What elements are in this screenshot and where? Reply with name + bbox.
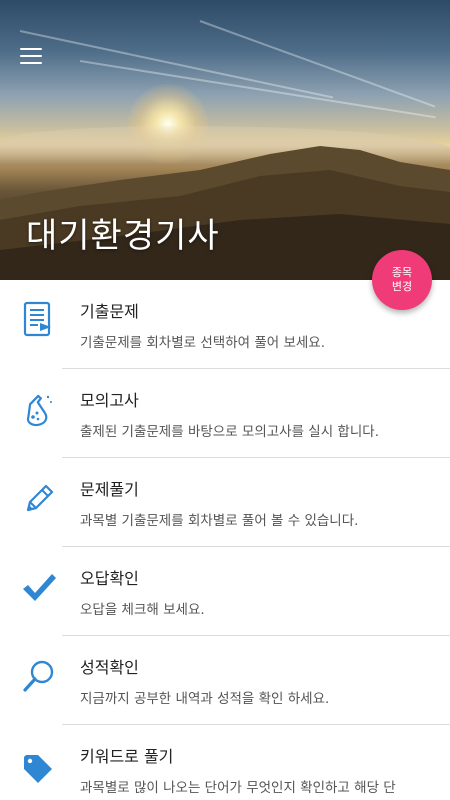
list-item-desc: 출제된 기출문제를 바탕으로 모의고사를 실시 합니다.: [80, 424, 379, 440]
list-item-title: 성적확인: [80, 658, 139, 677]
list-item-desc: 오답을 체크해 보세요.: [80, 602, 205, 618]
fab-label-line2: 변경: [391, 280, 413, 293]
list-item-desc: 과목별로 많이 나오는 단어가 무엇인지 확인하고 해당 단: [80, 780, 396, 796]
hamburger-line: [20, 62, 42, 64]
list-item-title: 모의고사: [80, 391, 139, 410]
exam-document-icon: [23, 301, 51, 337]
magnifier-icon: [23, 660, 54, 692]
checkmark-icon: [23, 574, 56, 601]
menu-list: 기출문제 기출문제를 회차별로 선택하여 풀어 보세요. 모의고사 출제된 기출…: [0, 280, 450, 800]
list-item-grades[interactable]: 성적확인 지금까지 공부한 내역과 성적을 확인 하세요.: [0, 636, 450, 725]
tag-icon: [24, 755, 52, 783]
list-item-desc: 지금까지 공부한 내역과 성적을 확인 하세요.: [80, 691, 330, 707]
fab-label-line1: 종목: [391, 266, 413, 279]
flask-icon: [26, 394, 52, 427]
list-item-keywords[interactable]: 키워드로 풀기 과목별로 많이 나오는 단어가 무엇인지 확인하고 해당 단: [0, 725, 450, 800]
list-item-title: 문제풀기: [80, 480, 139, 499]
app-title: 대기환경기사: [26, 216, 220, 256]
pencil-icon: [26, 484, 54, 512]
list-item-desc: 과목별 기출문제를 회차별로 풀어 볼 수 있습니다.: [80, 513, 359, 529]
hamburger-menu-icon: [20, 48, 42, 50]
list-item-review-wrong[interactable]: 오답확인 오답을 체크해 보세요.: [0, 547, 450, 636]
list-item-title: 기출문제: [80, 302, 139, 321]
list-item-desc: 기출문제를 회차별로 선택하여 풀어 보세요.: [80, 335, 326, 351]
hamburger-line: [20, 55, 42, 57]
menu-button[interactable]: [20, 48, 42, 66]
list-item-mock-exam[interactable]: 모의고사 출제된 기출문제를 바탕으로 모의고사를 실시 합니다.: [0, 369, 450, 458]
list-item-title: 오답확인: [80, 569, 139, 588]
change-category-button[interactable]: 종목 변경: [372, 250, 432, 310]
list-item-solve-problems[interactable]: 문제풀기 과목별 기출문제를 회차별로 풀어 볼 수 있습니다.: [0, 458, 450, 547]
list-item-title: 키워드로 풀기: [80, 747, 174, 766]
